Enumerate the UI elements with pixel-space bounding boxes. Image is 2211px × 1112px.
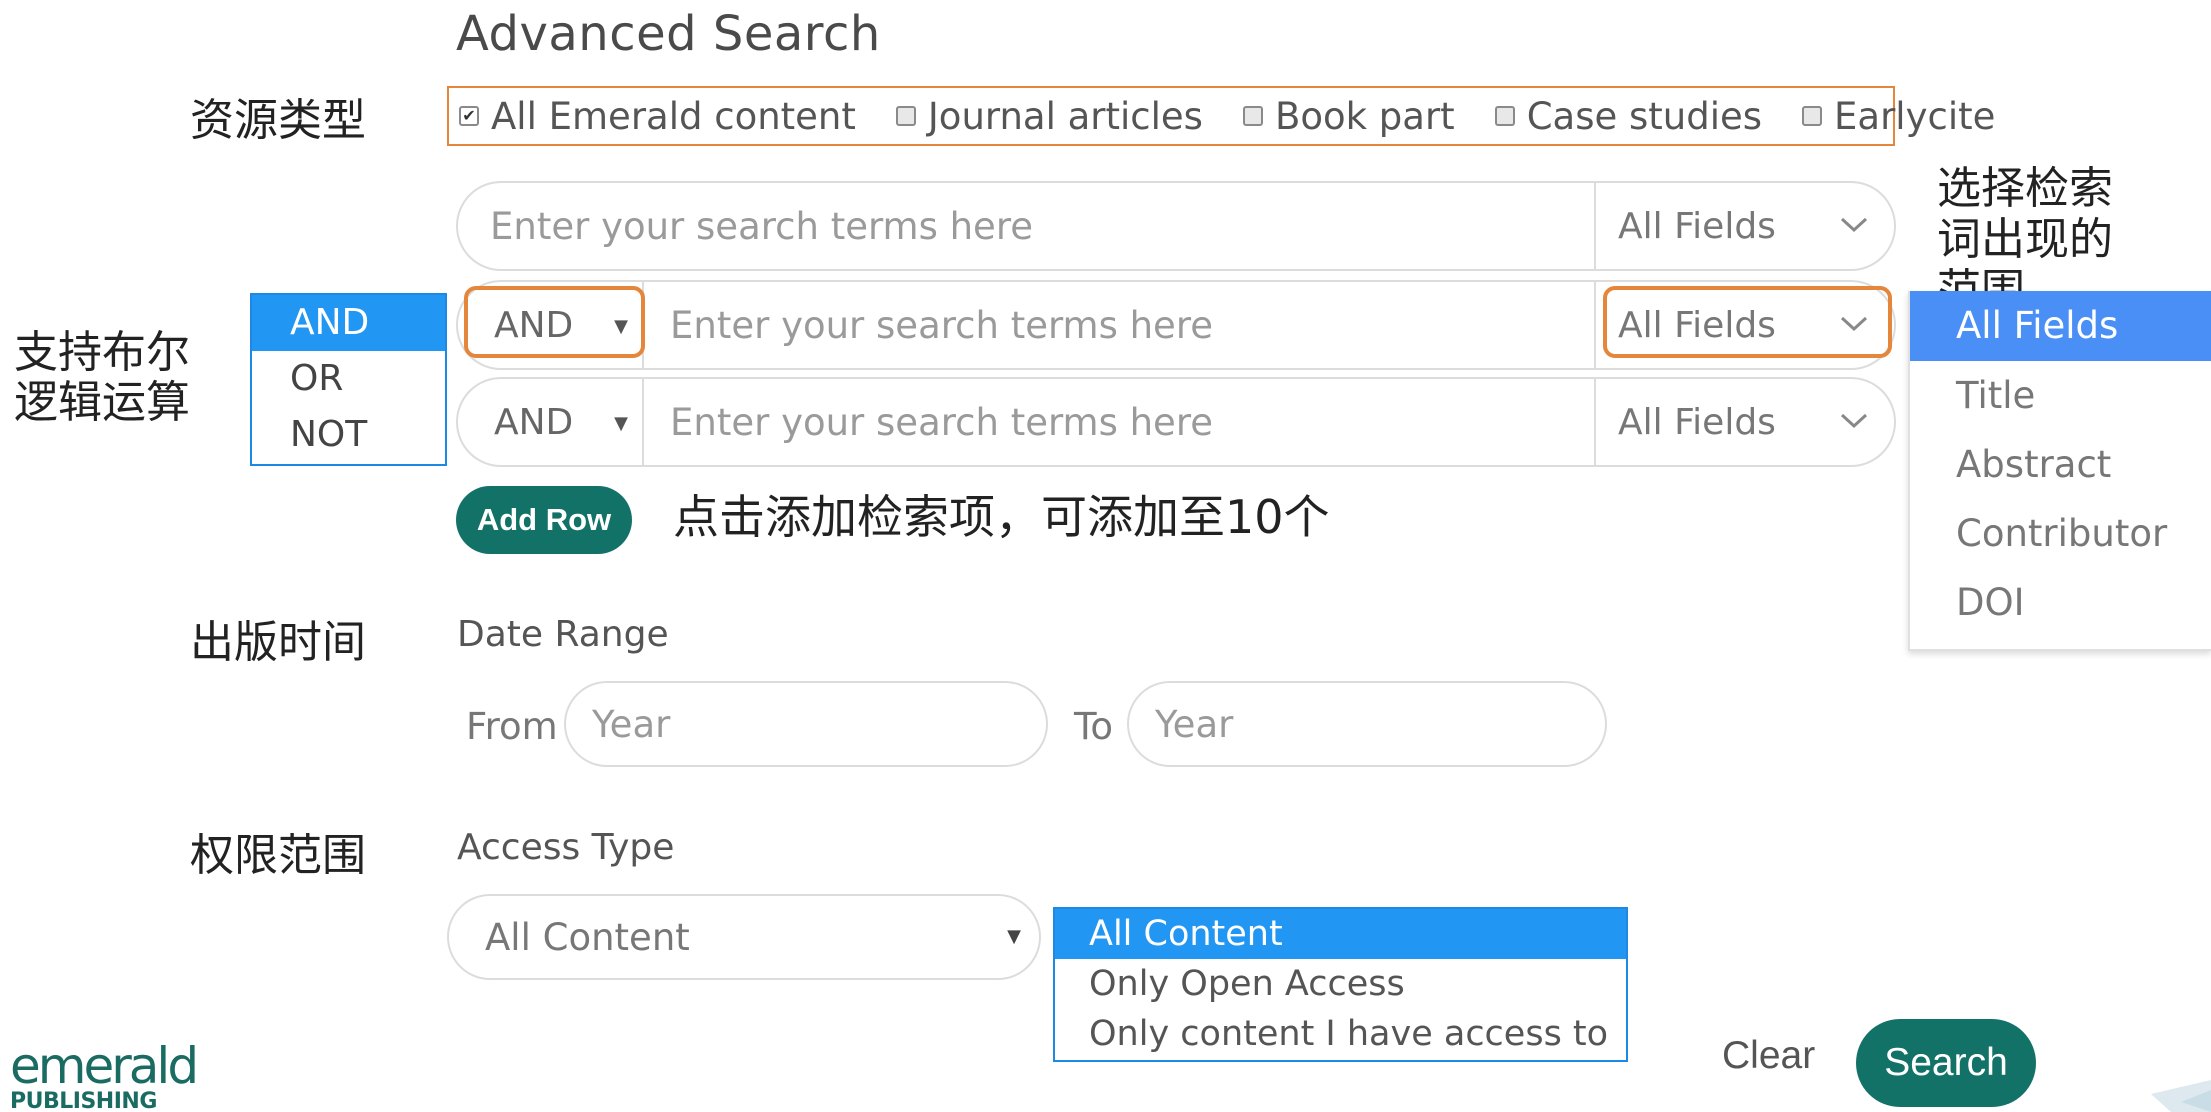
search-button[interactable]: Search [1856,1019,2036,1107]
checkbox-icon[interactable] [1802,106,1823,126]
emerald-publishing-logo: emerald PUBLISHING [10,1037,199,1112]
content-type-book-part[interactable]: Book part [1242,94,1455,138]
add-row-button[interactable]: Add Row [456,486,632,554]
checkbox-icon[interactable] [895,106,916,126]
access-option-have-access[interactable]: Only content I have access to [1055,1009,1626,1059]
field-option-doi[interactable]: DOI [1910,568,2211,637]
content-type-filter: ✔ All Emerald content Journal articles B… [447,86,1995,146]
boolean-operator-value: AND [494,304,574,346]
search-row-3: AND ▼ All Fields [456,377,1896,467]
annotation-resource-type: 资源类型 [190,95,366,146]
clear-button[interactable]: Clear [1722,1034,1815,1078]
date-range-label: Date Range [457,614,669,655]
field-select[interactable]: All Fields [1594,183,1894,269]
search-row-1: All Fields [456,181,1896,271]
caret-down-icon: ▼ [1007,926,1021,947]
content-type-label: Journal articles [927,94,1203,138]
checkbox-checked-icon[interactable]: ✔ [459,106,479,126]
page-title: Advanced Search [456,6,881,62]
access-option-open-access[interactable]: Only Open Access [1055,959,1626,1009]
chevron-down-icon [1840,217,1868,233]
content-type-label: Book part [1274,94,1455,138]
boolean-option-not[interactable]: NOT [252,407,445,463]
date-to-input[interactable] [1127,681,1607,767]
content-type-label: All Emerald content [491,94,856,138]
content-type-case-studies[interactable]: Case studies [1494,94,1763,138]
access-type-label: Access Type [457,827,675,868]
access-type-value: All Content [485,915,690,959]
search-row-2: AND ▼ All Fields [456,280,1896,370]
field-select-value: All Fields [1618,401,1776,443]
content-type-earlycite[interactable]: Earlycite [1802,95,1995,138]
field-options-list: All Fields Title Abstract Contributor DO… [1908,291,2211,651]
field-option-abstract[interactable]: Abstract [1910,430,2211,499]
field-select[interactable]: All Fields [1594,379,1894,465]
boolean-options-list: AND OR NOT [250,293,447,466]
corner-decoration-icon [2151,1080,2211,1112]
advanced-search-page: Advanced Search 资源类型 选择检索词出现的范围 支持布尔逻辑运算… [0,0,2211,1112]
checkbox-icon[interactable] [1242,106,1263,126]
content-type-label: Case studies [1526,94,1763,138]
access-type-select[interactable]: All Content ▼ [447,894,1041,980]
chevron-down-icon [1840,413,1868,429]
access-option-all-content[interactable]: All Content [1055,909,1626,959]
date-from-input[interactable] [564,681,1048,767]
field-select-value: All Fields [1618,304,1776,346]
field-select[interactable]: All Fields [1594,282,1894,368]
annotation-pub-time: 出版时间 [190,617,366,668]
field-option-contributor[interactable]: Contributor [1910,499,2211,568]
caret-down-icon: ▼ [614,316,628,337]
search-terms-input[interactable] [668,379,1568,465]
caret-down-icon: ▼ [614,413,628,434]
boolean-operator-select[interactable]: AND ▼ [458,282,644,368]
boolean-operator-select[interactable]: AND ▼ [458,379,644,465]
content-type-journal-articles[interactable]: Journal articles [895,94,1203,138]
search-terms-input[interactable] [668,282,1568,368]
boolean-operator-value: AND [494,401,574,443]
logo-subtitle: PUBLISHING [10,1089,157,1112]
access-type-options-list: All Content Only Open Access Only conten… [1053,907,1628,1062]
annotation-boolean-support: 支持布尔逻辑运算 [14,327,190,428]
checkbox-icon[interactable] [1494,106,1515,126]
field-option-all-fields[interactable]: All Fields [1910,291,2211,361]
content-type-all-emerald[interactable]: ✔ All Emerald content [459,95,856,138]
annotation-access-scope: 权限范围 [190,830,366,881]
field-option-title[interactable]: Title [1910,361,2211,430]
annotation-add-row-note: 点击添加检索项，可添加至10个 [673,490,1330,544]
content-type-label: Earlycite [1834,94,1996,138]
logo-wordmark: emerald [10,1037,199,1095]
date-from-label: From [466,705,558,748]
boolean-option-or[interactable]: OR [252,351,445,407]
search-terms-input[interactable] [488,183,1568,269]
chevron-down-icon [1840,316,1868,332]
date-to-label: To [1074,705,1113,748]
boolean-option-and[interactable]: AND [252,295,445,351]
field-select-value: All Fields [1618,205,1776,247]
